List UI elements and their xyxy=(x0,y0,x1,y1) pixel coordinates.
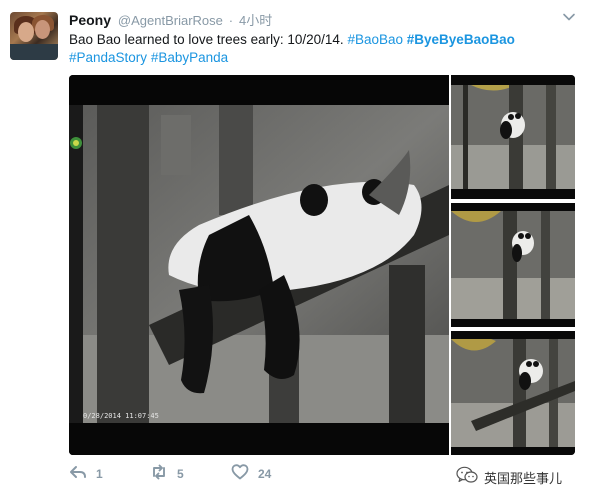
chevron-down-icon[interactable] xyxy=(562,10,576,24)
wechat-watermark: 英国那些事儿 xyxy=(456,466,562,488)
panda-thumbnail[interactable] xyxy=(451,75,575,199)
reply-icon xyxy=(69,463,87,486)
tweet-header: Peony @AgentBriarRose · 4小时 xyxy=(69,12,272,29)
camera-timestamp: 0/28/2014 11:07:45 xyxy=(83,412,159,420)
avatar-face-1 xyxy=(18,22,34,42)
hashtag-link[interactable]: #BabyPanda xyxy=(151,50,228,65)
heart-icon xyxy=(231,463,249,486)
like-button[interactable]: 24 xyxy=(231,463,272,486)
hashtag-link[interactable]: #BaoBao xyxy=(347,32,403,47)
hashtag-link[interactable]: #PandaStory xyxy=(69,50,147,65)
hashtag-link[interactable]: #ByeByeBaoBao xyxy=(407,32,515,47)
watermark-text: 英国那些事儿 xyxy=(484,471,563,487)
tweet-actions: 1 5 24 xyxy=(69,463,369,486)
retweet-count: 5 xyxy=(177,467,184,481)
user-handle[interactable]: @AgentBriarRose xyxy=(118,13,223,28)
retweet-icon xyxy=(150,463,168,486)
tweet-body-text: Bao Bao learned to love trees early: 10/… xyxy=(69,32,344,47)
panda-thumbnail[interactable] xyxy=(451,331,575,455)
display-name[interactable]: Peony xyxy=(69,12,111,28)
avatar-face-2 xyxy=(35,20,50,39)
user-avatar[interactable] xyxy=(10,12,58,60)
tweet-text: Bao Bao learned to love trees early: 10/… xyxy=(69,31,574,67)
wechat-icon xyxy=(456,466,478,488)
avatar-body xyxy=(10,44,58,60)
reply-button[interactable]: 1 xyxy=(69,464,103,484)
retweet-button[interactable]: 5 xyxy=(150,464,184,484)
header-separator: · xyxy=(228,13,234,28)
panda-thumbnail[interactable] xyxy=(451,203,575,327)
reply-count: 1 xyxy=(96,467,103,481)
tweet-media-grid: 0/28/2014 11:07:45 xyxy=(69,75,575,455)
like-count: 24 xyxy=(258,467,272,481)
main-panda-photo[interactable]: 0/28/2014 11:07:45 xyxy=(69,75,449,455)
tweet-time[interactable]: 4小时 xyxy=(239,13,272,28)
